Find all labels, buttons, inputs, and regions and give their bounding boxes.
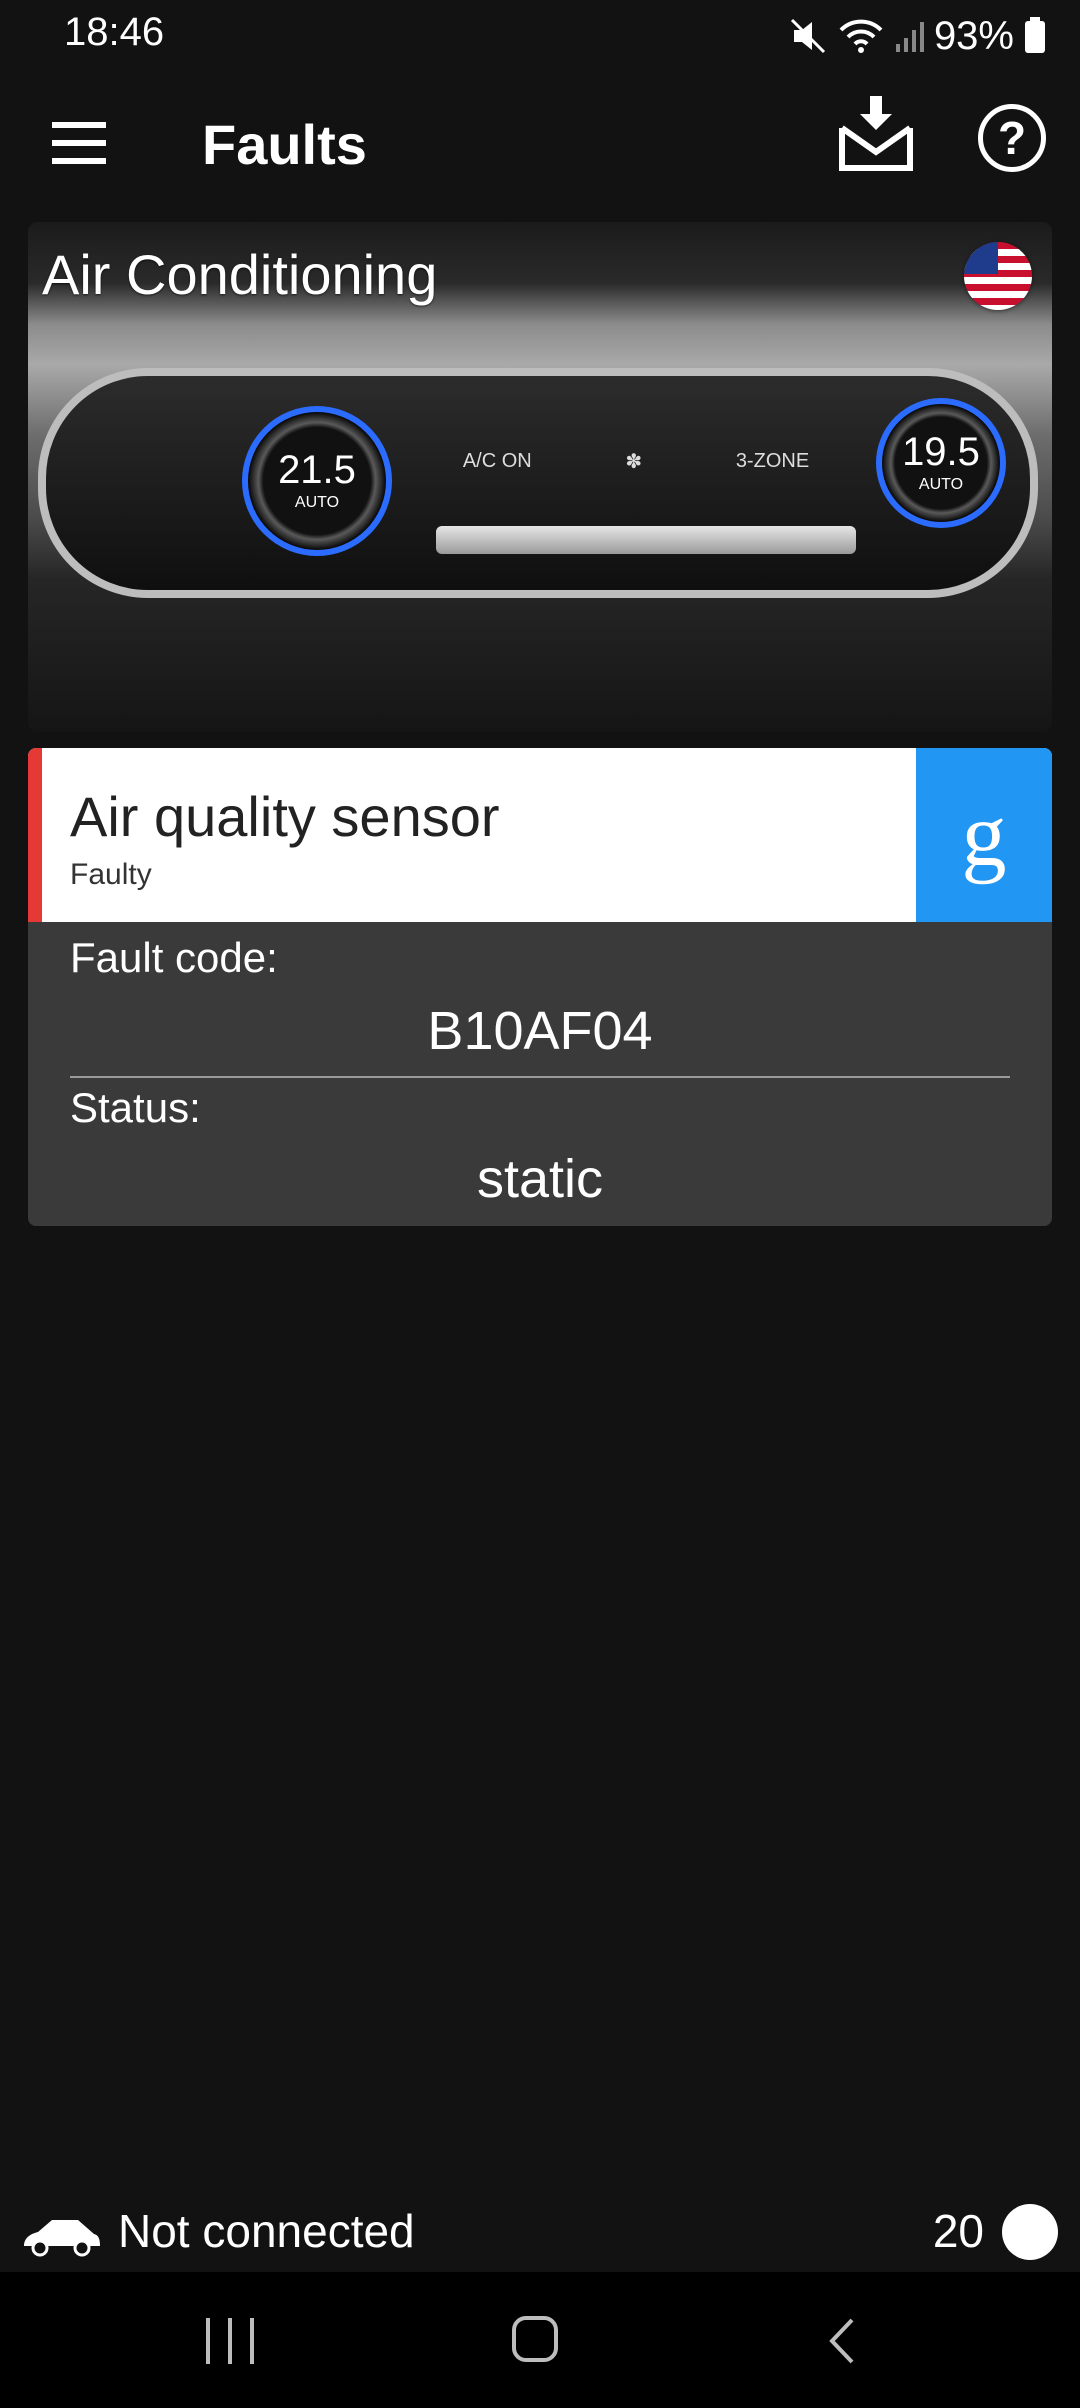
right-mode: AUTO (918, 476, 964, 493)
right-temp-dial: 19.5 AUTO (876, 398, 1006, 528)
download-inbox-icon[interactable] (836, 94, 916, 174)
status-time: 18:46 (64, 10, 165, 54)
panel-buttons (436, 526, 856, 554)
credits-icon[interactable] (1002, 2204, 1058, 2260)
left-temp: 21.5 (278, 448, 356, 492)
zone-label: 3-ZONE (735, 449, 810, 472)
fault-state: Faulty (70, 858, 152, 891)
app-toolbar: Faults ? (0, 72, 1080, 220)
page-title: Faults (202, 113, 367, 176)
fan-icon: ✽ (625, 450, 643, 473)
status-bar: 18:46 93% (0, 0, 1080, 72)
mute-icon (790, 18, 825, 54)
fault-code-label: Fault code: (70, 934, 278, 981)
left-temp-dial: 21.5 AUTO (242, 406, 392, 556)
back-button[interactable] (822, 2316, 862, 2366)
system-nav-bar (0, 2272, 1080, 2408)
wifi-icon (839, 19, 883, 53)
signal-icon (895, 22, 924, 52)
fault-severity-strip (28, 748, 42, 922)
us-flag-icon[interactable] (964, 242, 1032, 310)
home-button[interactable] (512, 2316, 558, 2362)
climate-panel-image: 21.5 AUTO A/C ON ✽ 3-ZONE 19.5 AUTO (38, 368, 1038, 598)
status-value: static (476, 1149, 604, 1209)
help-icon[interactable]: ? (978, 104, 1046, 172)
battery-icon (1025, 17, 1045, 53)
credits-count: 20 (932, 2205, 984, 2257)
climate-screen: A/C ON ✽ 3-ZONE (416, 416, 856, 506)
module-title: Air Conditioning (42, 243, 438, 306)
recent-apps-button[interactable] (206, 2318, 254, 2364)
ac-on-label: A/C ON (462, 449, 532, 472)
google-search-button[interactable]: g (916, 748, 1052, 922)
status-label: Status: (70, 1084, 201, 1131)
car-icon (24, 2220, 100, 2257)
left-mode: AUTO (294, 494, 340, 511)
module-hero-image: 21.5 AUTO A/C ON ✽ 3-ZONE 19.5 AUTO Air … (28, 222, 1052, 732)
fault-card-header[interactable]: Air quality sensor Faulty g (28, 748, 1052, 922)
fault-divider (70, 1076, 1010, 1078)
right-temp: 19.5 (902, 430, 980, 474)
battery-percent: 93% (933, 13, 1014, 58)
status-icons: 93% (788, 8, 1046, 64)
connection-status: Not connected (118, 2205, 415, 2257)
fault-card-details: Fault code: B10AF04 Status: static (28, 922, 1052, 1226)
fault-name: Air quality sensor (70, 785, 500, 848)
fault-code-value: B10AF04 (427, 1001, 653, 1061)
connection-footer: Not connected 20 (0, 2196, 1080, 2276)
menu-icon[interactable] (44, 112, 116, 176)
